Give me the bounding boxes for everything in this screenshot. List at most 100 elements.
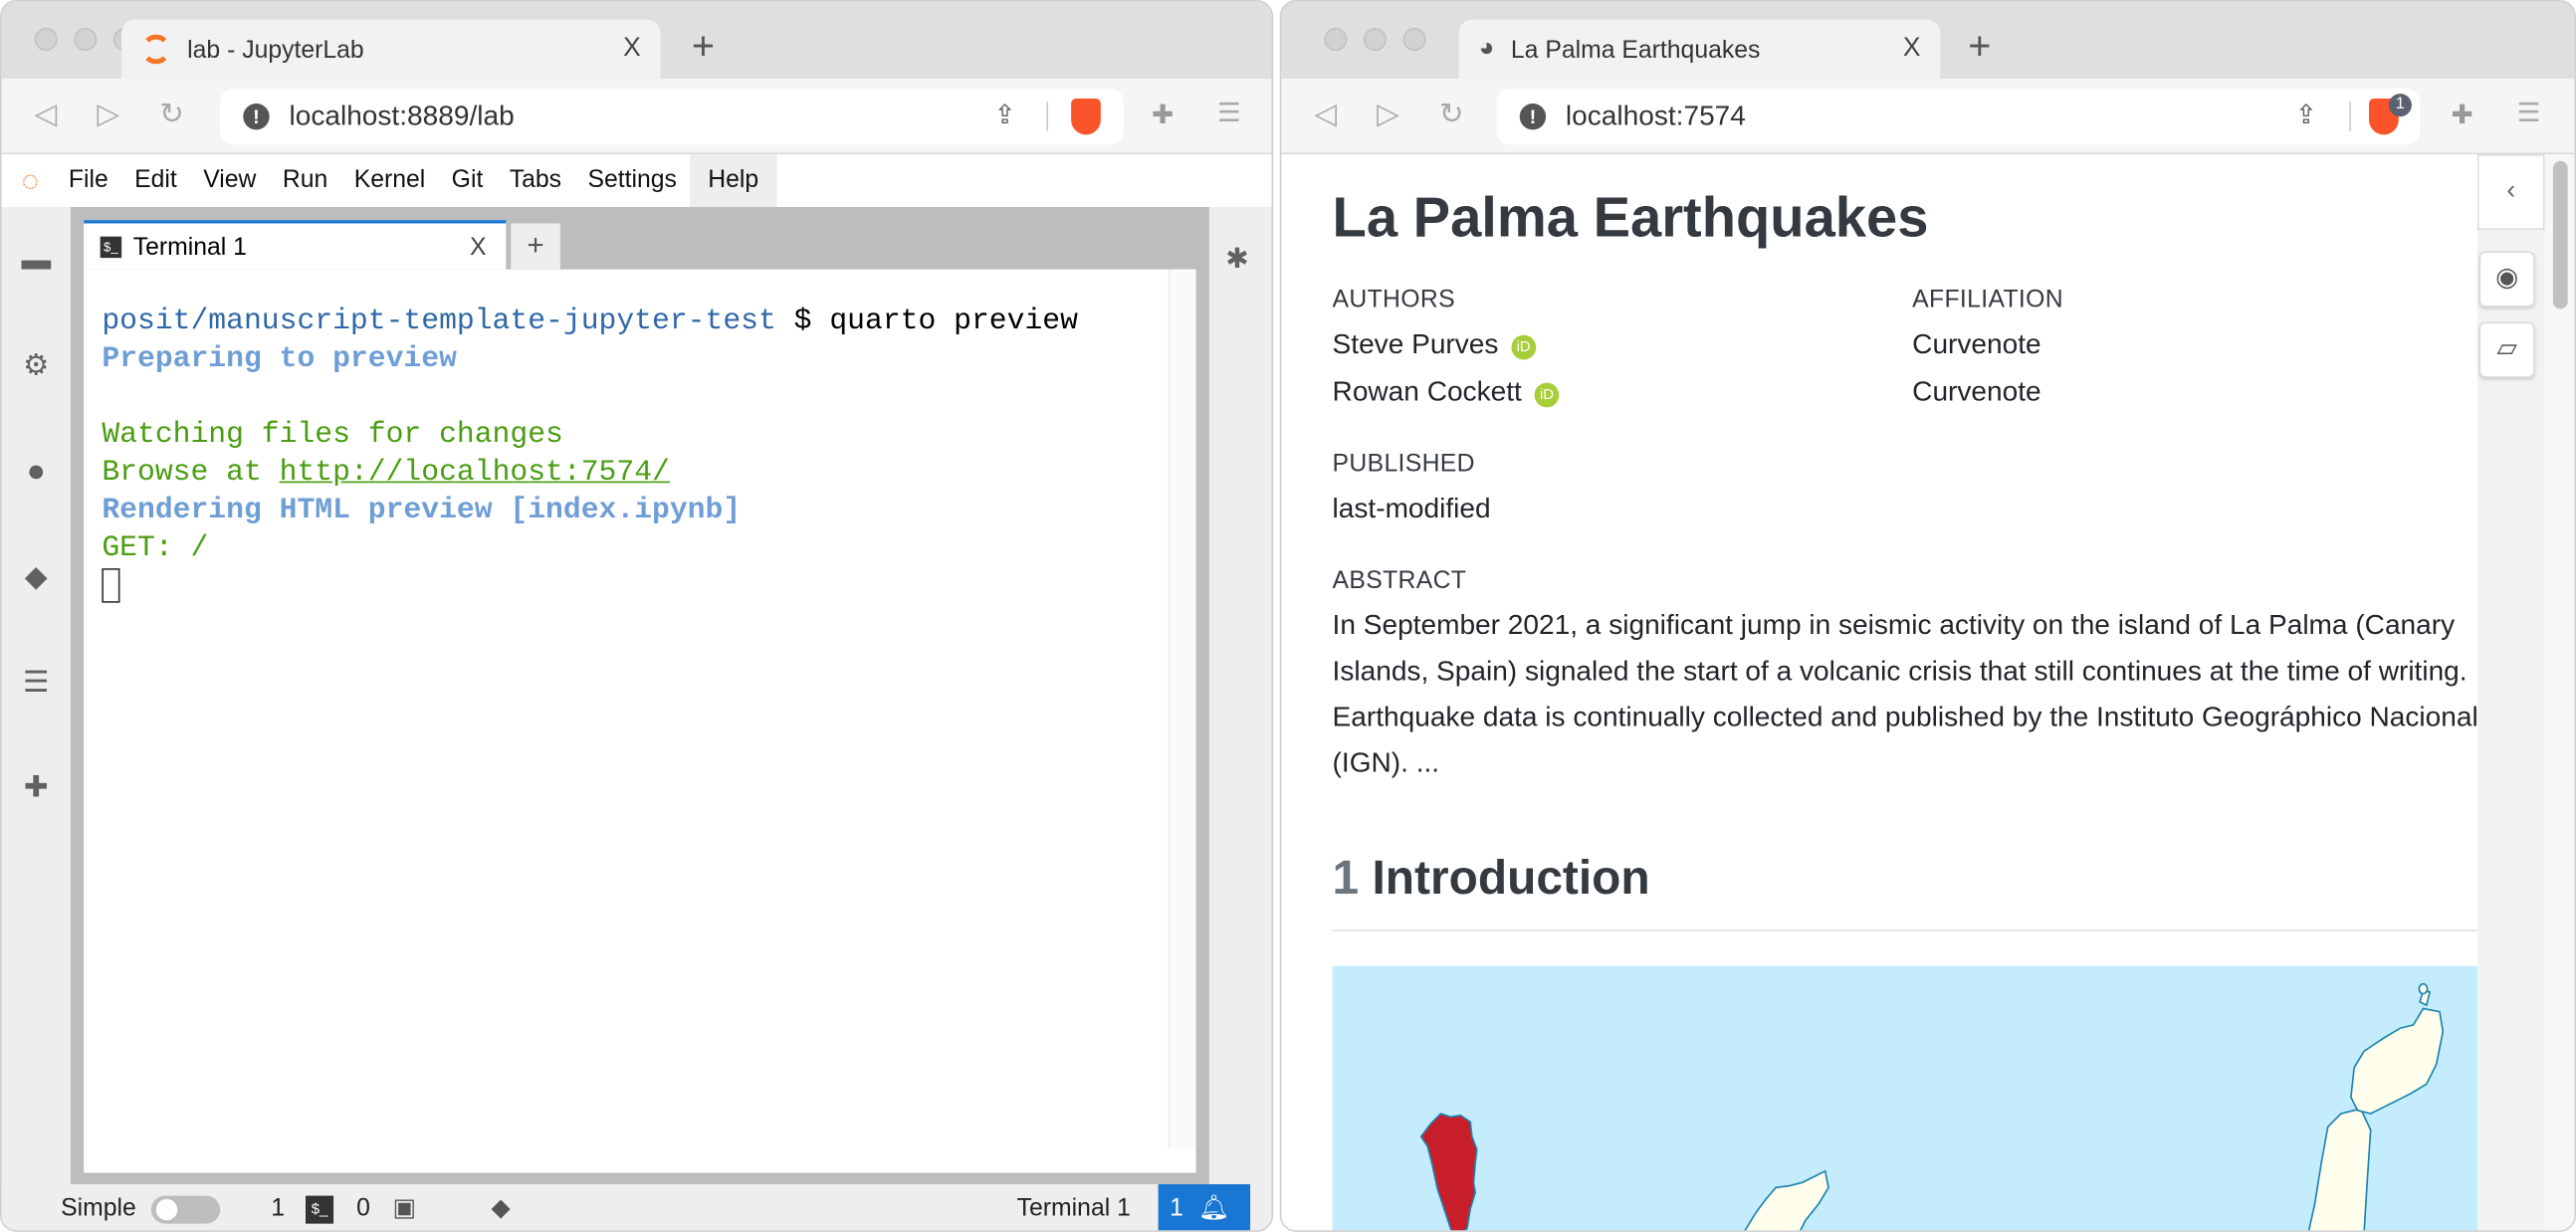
jupyterlab-browser-window: lab - JupyterLab X + ◁ ▷ ↻ ! localhost:8… — [0, 0, 1274, 1232]
menu-view[interactable]: View — [190, 154, 270, 207]
menu-edit[interactable]: Edit — [121, 154, 190, 207]
toc-icon[interactable]: ☰ — [20, 665, 53, 698]
menu-file[interactable]: File — [56, 154, 121, 207]
orcid-icon[interactable]: iD — [1534, 382, 1560, 408]
browser-tab-jupyterlab[interactable]: lab - JupyterLab X — [121, 19, 661, 80]
terminal-icon: $_ — [100, 235, 122, 258]
islet — [2418, 982, 2429, 995]
close-window-button[interactable] — [1324, 28, 1348, 52]
extension-icon[interactable]: ✚ — [20, 770, 53, 803]
url-text: localhost:7574 — [1565, 100, 1746, 132]
terminal-line: Browse at http://localhost:7574/ — [102, 456, 670, 490]
doc-tab-label: Terminal 1 — [132, 232, 247, 261]
browser-toolbar: ◁ ▷ ↻ ! localhost:7574 ⇪ 1 ✚ ☰ — [1281, 79, 2575, 155]
address-bar[interactable]: ! localhost:8889/lab — [220, 89, 1124, 145]
terminal-scrollbar[interactable] — [1168, 269, 1196, 1148]
terminal-line: GET: / — [102, 531, 209, 565]
menu-icon[interactable]: ☰ — [1217, 97, 1241, 129]
extensions-icon[interactable]: ✚ — [2452, 99, 2473, 131]
kernels-count[interactable]: 0 — [356, 1184, 370, 1230]
published-label: PUBLISHED — [1332, 450, 1475, 479]
git-icon[interactable]: ◆ — [491, 1184, 510, 1230]
terminal-output[interactable]: posit/manuscript-template-jupyter-test $… — [84, 269, 1196, 1173]
terminal-icon: $_ — [305, 1195, 334, 1224]
terminal-cursor — [102, 568, 120, 603]
debugger-bug-icon[interactable]: ✱ — [1225, 243, 1249, 276]
jupyter-logo-icon: ◌ — [21, 164, 40, 198]
scrollbar[interactable] — [2544, 154, 2575, 1231]
jupyter-menu-bar: ◌ File Edit View Run Kernel Git Tabs Set… — [1, 154, 1272, 207]
extensions-icon[interactable]: ✚ — [1152, 99, 1174, 131]
simple-mode-toggle[interactable] — [150, 1195, 221, 1224]
visibility-button[interactable]: ◉ — [2478, 251, 2535, 308]
globe-icon: ◕ — [1478, 34, 1495, 63]
forward-icon[interactable]: ▷ — [1377, 97, 1399, 131]
reload-icon[interactable]: ↻ — [159, 97, 184, 131]
add-tab-button[interactable]: + — [511, 223, 560, 270]
eye-icon: ◉ — [2495, 264, 2519, 293]
back-icon[interactable]: ◁ — [1314, 97, 1337, 131]
menu-icon[interactable]: ☰ — [2517, 97, 2541, 129]
forward-icon[interactable]: ▷ — [97, 97, 119, 131]
menu-help[interactable]: Help — [690, 154, 777, 207]
folder-icon[interactable]: ▬ — [20, 243, 53, 276]
terminal-line: Rendering HTML preview [index.ipynb] — [102, 494, 742, 527]
author-affiliation: Curvenote — [1912, 328, 2041, 360]
info-icon: ! — [1519, 103, 1547, 130]
annotation-button[interactable]: ▱ — [2478, 321, 2535, 378]
running-icon[interactable]: ⚙ — [20, 348, 53, 381]
terminals-count[interactable]: 1 — [271, 1184, 285, 1230]
preview-browser-window: ◕ La Palma Earthquakes X + ◁ ▷ ↻ ! local… — [1279, 0, 2576, 1232]
new-tab-button[interactable]: + — [1955, 25, 2005, 75]
close-tab-icon[interactable]: X — [623, 35, 641, 65]
brave-shields-icon[interactable] — [1071, 99, 1101, 135]
doc-tab-terminal-1[interactable]: $_ Terminal 1 X — [84, 220, 507, 270]
author-name: Rowan Cockett iD — [1333, 376, 1560, 409]
section-divider — [1332, 929, 2492, 931]
tab-title: lab - JupyterLab — [187, 35, 364, 64]
stop-icon[interactable]: ⏺ — [20, 455, 53, 488]
scrollbar-thumb[interactable] — [2552, 160, 2568, 309]
minimize-window-button[interactable] — [74, 28, 98, 52]
reload-icon[interactable]: ↻ — [1439, 97, 1464, 131]
tab-title: La Palma Earthquakes — [1510, 35, 1761, 64]
authors-label: AUTHORS — [1332, 286, 1455, 314]
menu-run[interactable]: Run — [270, 154, 341, 207]
browser-tab-la-palma[interactable]: ◕ La Palma Earthquakes X — [1458, 19, 1941, 80]
browser-toolbar: ◁ ▷ ↻ ! localhost:8889/lab ⇪ ✚ ☰ — [1, 79, 1272, 155]
tab-bar: lab - JupyterLab X + — [1, 1, 1272, 80]
menu-git[interactable]: Git — [438, 154, 496, 207]
bell-icon: 🔔︎ — [1197, 1193, 1230, 1222]
left-sidebar: ▬ ⚙ ⏺ ◆ ☰ ✚ — [1, 206, 71, 1185]
close-tab-icon[interactable]: X — [1903, 35, 1921, 65]
new-tab-button[interactable]: + — [679, 25, 729, 75]
orcid-icon[interactable]: iD — [1511, 334, 1536, 360]
menu-settings[interactable]: Settings — [574, 154, 690, 207]
terminal-line: Preparing to preview — [102, 342, 457, 376]
close-doc-tab-icon[interactable]: X — [470, 233, 487, 261]
author-name: Steve Purves iD — [1333, 328, 1536, 361]
minimize-window-button[interactable] — [1363, 28, 1388, 52]
notifications-button[interactable]: 1 🔔︎ — [1158, 1184, 1251, 1231]
git-icon[interactable]: ◆ — [20, 560, 53, 593]
maximize-window-button[interactable] — [1402, 28, 1426, 52]
side-panel — [2476, 154, 2545, 1231]
menu-kernel[interactable]: Kernel — [341, 154, 439, 207]
share-icon[interactable]: ⇪ — [994, 99, 1016, 131]
author-affiliation: Curvenote — [1912, 375, 2041, 408]
back-icon[interactable]: ◁ — [35, 97, 58, 131]
share-icon[interactable]: ⇪ — [2295, 99, 2317, 131]
abstract-label: ABSTRACT — [1332, 566, 1467, 595]
close-window-button[interactable] — [34, 28, 58, 52]
divider — [2349, 102, 2351, 132]
terminal-line-prompt: posit/manuscript-template-jupyter-test $… — [102, 305, 1078, 339]
terminal-line: Watching files for changes — [102, 418, 563, 452]
status-bar: Simple 1 $_ 0 ▣ ◆ Terminal 1 1 🔔︎ — [1, 1184, 1272, 1231]
menu-tabs[interactable]: Tabs — [497, 154, 575, 207]
info-icon: ! — [243, 103, 270, 130]
address-bar[interactable]: ! localhost:7574 — [1496, 89, 2421, 145]
terminal-link[interactable]: http://localhost:7574/ — [280, 457, 670, 490]
published-value: last-modified — [1332, 493, 1491, 524]
abstract-text: In September 2021, a significant jump in… — [1332, 609, 2478, 779]
collapse-sidebar-button[interactable]: ‹ — [2476, 154, 2545, 231]
